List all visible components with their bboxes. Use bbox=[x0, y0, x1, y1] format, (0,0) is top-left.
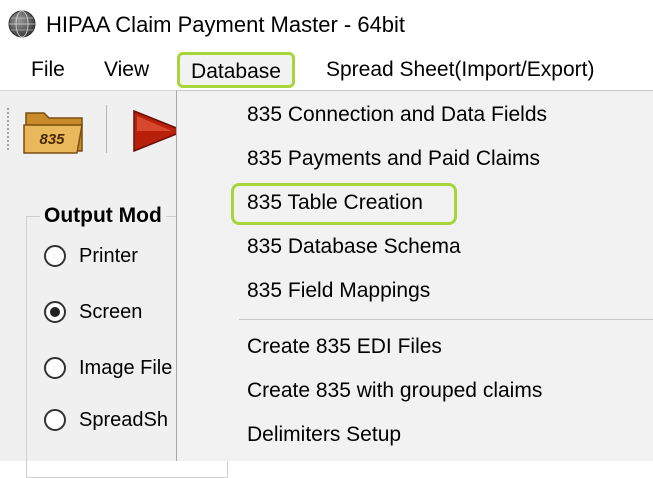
radio-spreadsheet[interactable]: SpreadSh bbox=[44, 406, 168, 434]
app-globe-icon bbox=[8, 10, 36, 38]
menu-item-delimiters-setup[interactable]: Delimiters Setup bbox=[247, 415, 401, 455]
menu-item-835-connection-and-data-fields[interactable]: 835 Connection and Data Fields bbox=[247, 95, 547, 135]
menu-file[interactable]: File bbox=[31, 50, 65, 90]
radio-image-file[interactable]: Image File bbox=[44, 354, 172, 382]
menu-item-835-payments-and-paid-claims[interactable]: 835 Payments and Paid Claims bbox=[247, 139, 540, 179]
radio-label: Image File bbox=[79, 357, 173, 379]
radio-label: Screen bbox=[79, 301, 143, 323]
menu-item-835-database-schema[interactable]: 835 Database Schema bbox=[247, 227, 461, 267]
menu-separator bbox=[239, 319, 653, 320]
menu-item-835-table-creation[interactable]: 835 Table Creation bbox=[247, 183, 423, 223]
radio-button-unchecked[interactable] bbox=[44, 409, 66, 431]
menu-spread-sheet[interactable]: Spread Sheet(Import/Export) bbox=[326, 50, 594, 90]
window-title: HIPAA Claim Payment Master - 64bit bbox=[46, 12, 406, 37]
radio-button-checked[interactable] bbox=[44, 301, 66, 323]
menu-view[interactable]: View bbox=[104, 50, 149, 90]
open-835-button[interactable]: 835 bbox=[22, 105, 86, 157]
radio-printer[interactable]: Printer bbox=[44, 242, 138, 270]
folder-835-icon: 835 bbox=[23, 112, 83, 154]
radio-button-unchecked[interactable] bbox=[44, 245, 66, 267]
radio-button-unchecked[interactable] bbox=[44, 357, 66, 379]
output-mode-title: Output Mod bbox=[40, 204, 166, 228]
menu-item-835-field-mappings[interactable]: 835 Field Mappings bbox=[247, 271, 430, 311]
menu-bar: File View Database Spread Sheet(Import/E… bbox=[0, 50, 653, 90]
menu-database[interactable]: Database bbox=[177, 52, 295, 88]
run-button[interactable] bbox=[128, 107, 180, 155]
menu-item-create-835-with-grouped-claims[interactable]: Create 835 with grouped claims bbox=[247, 371, 542, 411]
database-dropdown-menu: 835 Connection and Data Fields 835 Payme… bbox=[176, 90, 653, 461]
title-bar: HIPAA Claim Payment Master - 64bit bbox=[0, 0, 653, 50]
radio-label: SpreadSh bbox=[79, 409, 168, 431]
svg-text:835: 835 bbox=[39, 131, 65, 148]
menu-item-create-835-edi-files[interactable]: Create 835 EDI Files bbox=[247, 327, 442, 367]
toolbar-grip[interactable] bbox=[6, 107, 10, 151]
play-icon bbox=[133, 109, 180, 153]
radio-label: Printer bbox=[79, 245, 138, 267]
radio-screen[interactable]: Screen bbox=[44, 298, 142, 326]
toolbar-separator bbox=[106, 105, 107, 153]
toolbar: 835 bbox=[0, 90, 180, 171]
